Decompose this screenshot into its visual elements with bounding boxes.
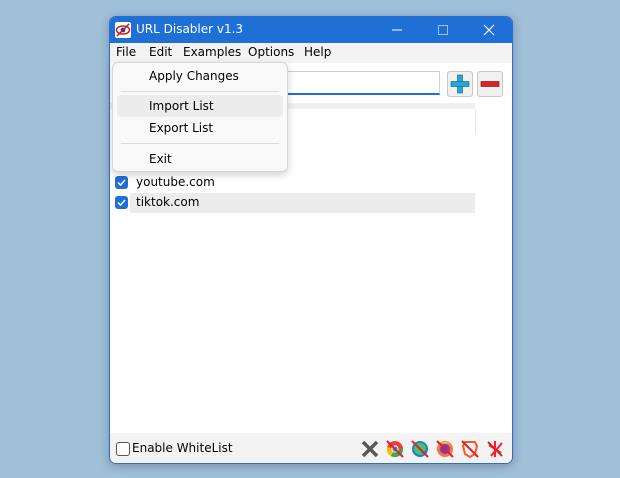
menu-exit-label: Exit [149,152,172,166]
close-button[interactable] [466,17,512,43]
menu-options[interactable]: Options [248,45,294,59]
list-item-label: tiktok.com [136,195,200,209]
minus-icon [480,81,500,87]
menu-exit[interactable]: Exit [117,148,283,170]
list-divider [475,109,476,133]
menu-export-list[interactable]: Export List [117,117,283,139]
close-x-icon[interactable] [360,439,380,459]
menu-help[interactable]: Help [304,45,331,59]
list-item-label: youtube.com [136,175,215,189]
menu-import-list[interactable]: Import List [117,95,283,117]
check-icon [117,199,126,207]
whitelist-checkbox[interactable] [116,442,130,456]
menu-apply-changes[interactable]: Apply Changes [117,65,283,87]
menu-separator [121,143,279,144]
edge-disabled-icon[interactable] [410,439,430,459]
opera-disabled-icon[interactable] [485,439,505,459]
check-icon [117,179,126,187]
firefox-disabled-icon[interactable] [435,439,455,459]
app-eye-icon [115,22,131,38]
list-item[interactable]: tiktok.com [110,193,475,213]
plus-icon [450,74,470,94]
minimize-icon [392,29,402,31]
file-menu-dropdown: Apply Changes Import List Export List Ex… [112,62,288,172]
remove-url-button[interactable] [477,71,503,97]
title-bar[interactable]: URL Disabler v1.3 [110,17,512,43]
list-item[interactable]: youtube.com [110,173,475,193]
maximize-button[interactable] [420,17,466,43]
menu-export-list-label: Export List [149,121,214,135]
window-title: URL Disabler v1.3 [136,22,244,36]
menu-file[interactable]: File [116,45,136,59]
menu-separator [121,91,279,92]
checkbox-checked[interactable] [115,196,128,209]
menu-edit[interactable]: Edit [149,45,172,59]
menu-bar: File Edit Examples Options Help [110,43,512,63]
whitelist-label[interactable]: Enable WhiteList [132,441,233,455]
brave-disabled-icon[interactable] [460,439,480,459]
checkbox-checked[interactable] [115,176,128,189]
menu-import-list-label: Import List [149,99,214,113]
minimize-button[interactable] [374,17,420,43]
menu-examples[interactable]: Examples [183,45,241,59]
menu-apply-changes-label: Apply Changes [149,69,239,83]
chrome-disabled-icon[interactable] [385,439,405,459]
close-icon [483,24,495,36]
maximize-icon [438,25,448,35]
add-url-button[interactable] [447,71,473,97]
bottom-bar: Enable WhiteList [110,433,512,463]
url-input[interactable] [286,71,440,95]
